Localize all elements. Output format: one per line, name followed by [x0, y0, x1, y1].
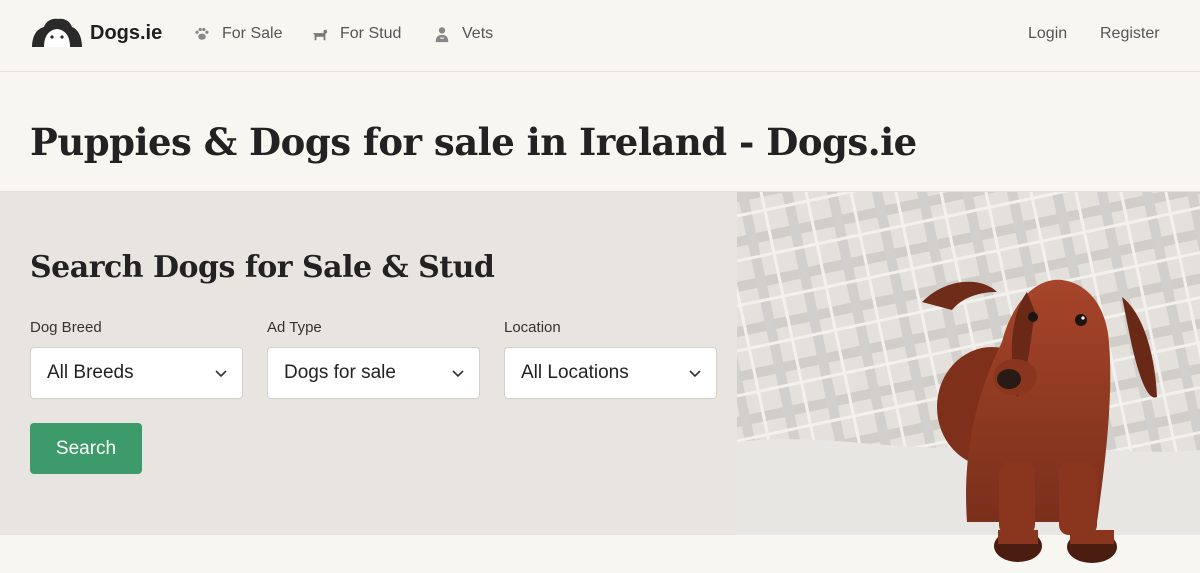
search-panel: Search Dogs for Sale & Stud Dog Breed Al… [0, 192, 737, 535]
nav-vets-label: Vets [462, 25, 494, 42]
dog-breed-value: All Breeds [47, 362, 134, 383]
nav-for-stud-label: For Stud [340, 25, 402, 42]
chevron-down-icon [215, 370, 227, 378]
hero-section: Search Dogs for Sale & Stud Dog Breed Al… [0, 191, 1200, 535]
login-link[interactable]: Login [1028, 22, 1067, 46]
top-navigation: Dogs.ie For Sale For Stud Vets Login Reg… [0, 0, 1200, 72]
ad-type-select[interactable]: Dogs for sale [267, 347, 480, 399]
dog-logo-icon [32, 18, 82, 47]
search-button[interactable]: Search [30, 423, 142, 474]
location-label: Location [504, 319, 561, 336]
nav-vets[interactable]: Vets [432, 22, 493, 46]
location-select[interactable]: All Locations [504, 347, 717, 399]
dog-icon [310, 24, 330, 44]
paw-icon [192, 24, 212, 44]
nav-for-stud[interactable]: For Stud [310, 22, 401, 46]
search-heading: Search Dogs for Sale & Stud [30, 250, 495, 285]
nav-for-sale-label: For Sale [222, 25, 283, 42]
register-link[interactable]: Register [1100, 22, 1160, 46]
dog-breed-label: Dog Breed [30, 319, 102, 336]
nav-for-sale[interactable]: For Sale [192, 22, 282, 46]
dachshund-photo [737, 192, 1200, 535]
ad-type-value: Dogs for sale [284, 362, 396, 383]
chevron-down-icon [452, 370, 464, 378]
page-title: Puppies & Dogs for sale in Ireland - Dog… [30, 120, 917, 164]
dog-paws [994, 530, 1117, 563]
logo-text: Dogs.ie [90, 21, 163, 44]
ad-type-label: Ad Type [267, 319, 322, 336]
location-value: All Locations [521, 362, 629, 383]
vet-person-icon [432, 24, 452, 44]
site-logo[interactable]: Dogs.ie [30, 17, 162, 49]
dog-breed-select[interactable]: All Breeds [30, 347, 243, 399]
chevron-down-icon [689, 370, 701, 378]
